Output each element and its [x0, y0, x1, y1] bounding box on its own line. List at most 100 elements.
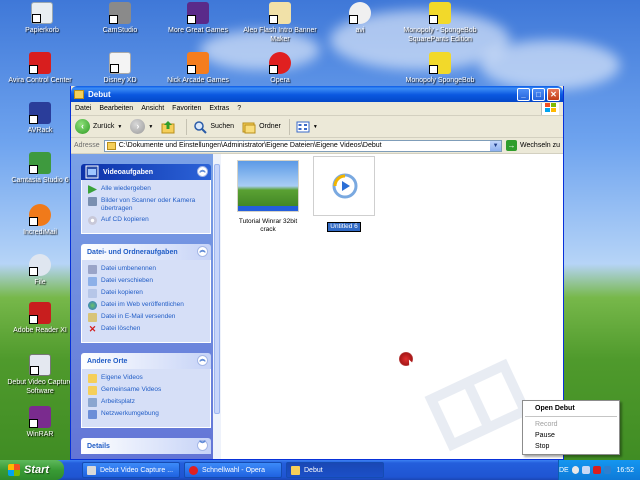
- debut-tray-icon[interactable]: [571, 466, 580, 474]
- desktop-icon-camtasia[interactable]: Camtasia Studio 6: [2, 152, 78, 185]
- folders-button[interactable]: Ordner: [242, 120, 281, 134]
- taskbar-item-opera[interactable]: Schnellwahl - Opera: [184, 462, 282, 478]
- spongebob-icon: [429, 2, 451, 24]
- rename-input[interactable]: Untitled 6: [327, 222, 361, 232]
- desktop-icon-aleo-flash[interactable]: Aleo Flash Intro Banner Maker: [242, 2, 318, 44]
- desktop-icon-nick-arcade[interactable]: Nick Arcade Games: [160, 52, 236, 85]
- desktop-icon-winrar[interactable]: WinRAR: [2, 406, 78, 439]
- task-scanner-import[interactable]: Bilder von Scanner oder Kamera übertrage…: [88, 197, 204, 213]
- task-label: Datei verschieben: [101, 277, 154, 284]
- menu-pause[interactable]: Pause: [523, 430, 619, 441]
- desktop-icon-label: Debut Video Capture Software: [7, 379, 73, 395]
- address-dropdown-button[interactable]: ▼: [490, 140, 502, 151]
- task-label: Auf CD kopieren: [101, 216, 149, 223]
- desktop-icon-opera[interactable]: Opera: [242, 52, 318, 85]
- task-burn-cd[interactable]: Auf CD kopieren: [88, 216, 204, 225]
- debut-icon: [87, 465, 96, 475]
- menu-bar: Datei Bearbeiten Ansicht Favoriten Extra…: [71, 102, 563, 116]
- up-folder-button[interactable]: [161, 120, 178, 134]
- place-shared-videos[interactable]: Gemeinsame Videos: [88, 386, 204, 395]
- menu-datei[interactable]: Datei: [75, 105, 91, 112]
- globe-icon: [88, 301, 97, 310]
- desktop-icon-monopoly-edition[interactable]: Monopoly - SpongeBob SquarePants Edition: [402, 2, 478, 44]
- desktop-icon-papierkorb[interactable]: Papierkorb: [4, 2, 80, 35]
- task-rename[interactable]: Datei umbenennen: [88, 265, 204, 274]
- menu-ansicht[interactable]: Ansicht: [141, 105, 164, 112]
- desktop-icon-camstudio[interactable]: CamStudio: [82, 2, 158, 35]
- desktop-icon-label: Adobe Reader XI: [13, 327, 67, 334]
- file-view[interactable]: Tutorial Winrar 32bit crack Untitled 6: [221, 154, 563, 459]
- menu-help[interactable]: ?: [237, 105, 241, 112]
- desktop-icon-more-great-games[interactable]: More Great Games: [160, 2, 236, 35]
- collapse-chevron-icon[interactable]: ︽: [197, 166, 208, 177]
- menu-favoriten[interactable]: Favoriten: [172, 105, 201, 112]
- menu-bearbeiten[interactable]: Bearbeiten: [99, 105, 133, 112]
- language-indicator[interactable]: DE: [559, 467, 569, 474]
- start-button[interactable]: Start: [0, 460, 64, 480]
- task-pane-scrollbar[interactable]: [213, 154, 221, 459]
- network-tray-icon[interactable]: [603, 466, 612, 474]
- search-icon: [194, 120, 208, 134]
- views-button[interactable]: ▼: [296, 120, 318, 134]
- desktop-icon-disney-xd[interactable]: Disney XD: [82, 52, 158, 85]
- volume-icon[interactable]: [582, 466, 591, 474]
- panel-header[interactable]: Datei- und Ordneraufgaben ︽: [81, 244, 211, 260]
- task-email[interactable]: Datei in E-Mail versenden: [88, 313, 204, 322]
- file-icon: [29, 254, 51, 276]
- desktop-icon-adobe-reader[interactable]: Adobe Reader XI: [2, 302, 78, 335]
- minimize-button[interactable]: _: [517, 87, 530, 101]
- desktop-icon-label: More Great Games: [168, 27, 228, 34]
- desktop-icon-file[interactable]: File: [2, 254, 78, 287]
- desktop-icon-monopoly-spongebob[interactable]: Monopoly SpongeBob: [402, 52, 478, 85]
- back-arrow-icon: ‹: [75, 119, 90, 134]
- task-play-all[interactable]: Alle wiedergeben: [88, 185, 204, 194]
- panel-other-places: Andere Orte ︽ Eigene Videos Gemeinsame V…: [81, 353, 211, 428]
- desktop-icon-avi[interactable]: avi: [322, 2, 398, 35]
- collapse-chevron-icon[interactable]: ︽: [197, 246, 208, 257]
- menu-stop[interactable]: Stop: [523, 441, 619, 452]
- winrar-icon: [29, 406, 51, 428]
- back-button[interactable]: ‹ Zurück ▼: [75, 119, 122, 134]
- expand-chevron-icon[interactable]: ︾: [197, 440, 208, 451]
- search-button[interactable]: Suchen: [193, 120, 234, 134]
- desktop-icon-avrack[interactable]: AVRack: [2, 102, 78, 135]
- scrollbar-thumb[interactable]: [214, 164, 220, 414]
- menu-open-debut[interactable]: Open Debut: [523, 403, 619, 414]
- explorer-window[interactable]: Debut _ □ ✕ Datei Bearbeiten Ansicht Fav…: [70, 86, 564, 460]
- place-my-computer[interactable]: Arbeitsplatz: [88, 398, 204, 407]
- desktop-icon-debut[interactable]: Debut Video Capture Software: [2, 354, 78, 396]
- taskbar-item-debut-folder[interactable]: Debut: [286, 462, 384, 478]
- forward-button[interactable]: › ▼: [130, 119, 153, 134]
- maximize-button[interactable]: □: [532, 87, 545, 101]
- task-move[interactable]: Datei verschieben: [88, 277, 204, 286]
- desktop-icon-label: avi: [355, 27, 365, 34]
- taskbar-preview: [238, 206, 298, 211]
- clock[interactable]: 16:52: [616, 467, 634, 474]
- menu-extras[interactable]: Extras: [209, 105, 229, 112]
- taskbar-item-debut-capture[interactable]: Debut Video Capture ...: [82, 462, 180, 478]
- task-delete[interactable]: ✕ Datei löschen: [88, 325, 204, 334]
- file-item[interactable]: Tutorial Winrar 32bit crack: [233, 160, 303, 234]
- panel-header[interactable]: Details ︾: [81, 438, 211, 454]
- desktop-icon-label: Aleo Flash Intro Banner Maker: [243, 27, 317, 43]
- task-publish-web[interactable]: Datei im Web veröffentlichen: [88, 301, 204, 310]
- task-copy[interactable]: Datei kopieren: [88, 289, 204, 298]
- task-label: Schnellwahl - Opera: [202, 466, 266, 474]
- desktop-icon-label: AVRack: [27, 127, 53, 134]
- close-button[interactable]: ✕: [547, 87, 560, 101]
- panel-header[interactable]: Videoaufgaben ︽: [81, 164, 211, 180]
- task-label: Debut: [304, 466, 323, 474]
- title-bar[interactable]: Debut _ □ ✕: [71, 86, 563, 102]
- desktop-icon-avira[interactable]: Avira Control Center: [2, 52, 78, 85]
- avira-tray-icon[interactable]: [593, 466, 601, 474]
- address-label: Adresse: [74, 142, 100, 149]
- forward-arrow-icon: ›: [130, 119, 146, 134]
- panel-header[interactable]: Andere Orte ︽: [81, 353, 211, 369]
- collapse-chevron-icon[interactable]: ︽: [197, 355, 208, 366]
- place-network[interactable]: Netzwerkumgebung: [88, 410, 204, 419]
- file-item-selected[interactable]: Untitled 6: [309, 156, 379, 232]
- place-my-videos[interactable]: Eigene Videos: [88, 374, 204, 383]
- address-input[interactable]: C:\Dokumente und Einstellungen\Administr…: [103, 139, 503, 152]
- go-button[interactable]: → Wechseln zu: [506, 140, 560, 151]
- desktop-icon-incredimail[interactable]: IncrediMail: [2, 204, 78, 237]
